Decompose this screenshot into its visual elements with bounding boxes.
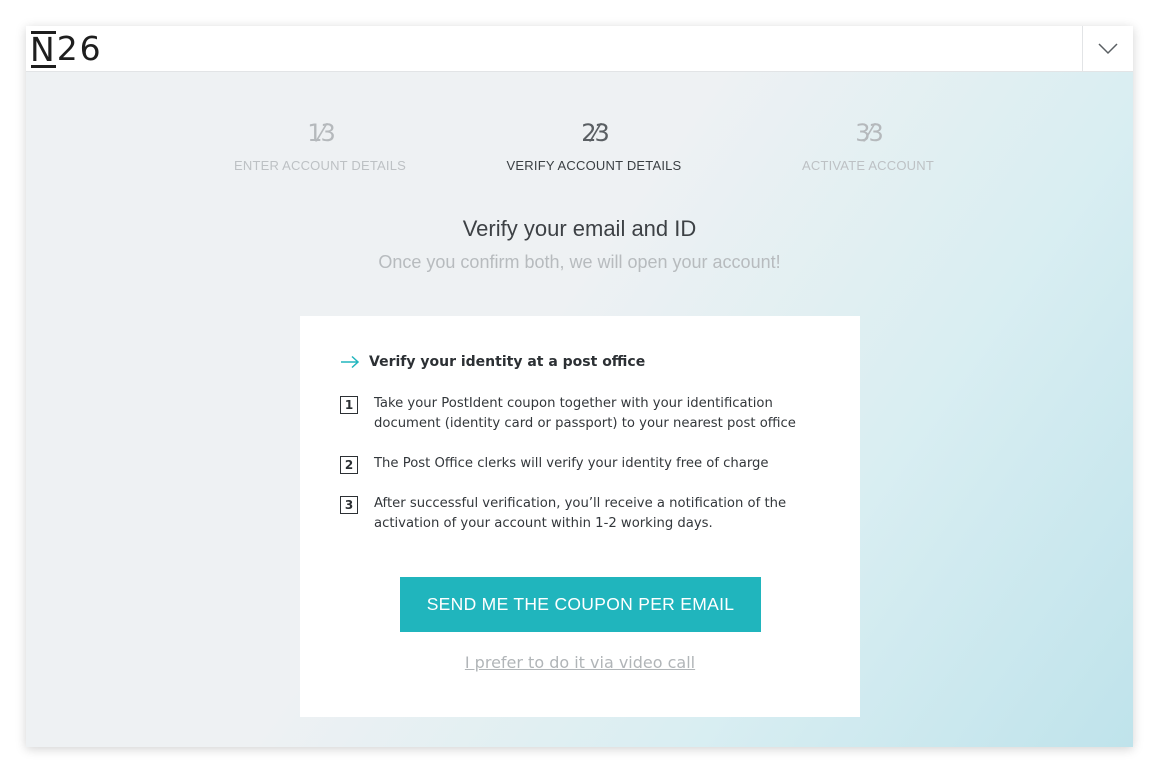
logo-letter: N xyxy=(30,29,57,69)
step-label: VERIFY ACCOUNT DETAILS xyxy=(506,158,682,173)
arrow-right-icon xyxy=(341,355,360,369)
step-label: ACTIVATE ACCOUNT xyxy=(801,158,934,173)
logo-number: 26 xyxy=(56,28,103,68)
app-window: N 26 1⁄3 ENTER ACCOUNT DETAILS 2⁄3 VERIF… xyxy=(26,26,1133,747)
page-subtitle: Once you confirm both, we will open your… xyxy=(378,252,781,272)
list-item: 1 Take your PostIdent coupon together wi… xyxy=(340,394,820,434)
menu-toggle-button[interactable] xyxy=(1082,26,1133,71)
top-bar: N 26 xyxy=(26,26,1133,72)
list-item: 3 After successful verification, you’ll … xyxy=(340,494,820,534)
post-office-verification-card: Verify your identity at a post office 1 … xyxy=(300,316,860,717)
instruction-list: 1 Take your PostIdent coupon together wi… xyxy=(340,394,820,554)
step-verify-account-details: 2⁄3 VERIFY ACCOUNT DETAILS xyxy=(464,116,724,173)
step-number-badge: 2 xyxy=(340,456,358,474)
step-number: 2⁄3 xyxy=(581,119,610,147)
list-item-text: The Post Office clerks will verify your … xyxy=(374,456,769,471)
list-item-text: Take your PostIdent coupon together with… xyxy=(374,396,796,431)
progress-steps: 1⁄3 ENTER ACCOUNT DETAILS 2⁄3 VERIFY ACC… xyxy=(26,116,1133,186)
list-item-text: After successful verification, you’ll re… xyxy=(374,496,787,531)
step-number-badge: 1 xyxy=(340,396,358,414)
n26-logo[interactable]: N 26 xyxy=(30,28,103,69)
step-label: ENTER ACCOUNT DETAILS xyxy=(233,158,407,173)
list-item: 2 The Post Office clerks will verify you… xyxy=(340,454,820,474)
send-coupon-button[interactable]: SEND ME THE COUPON PER EMAIL xyxy=(400,577,761,632)
step-number-badge: 3 xyxy=(340,496,358,514)
step-activate-account: 3⁄3 ACTIVATE ACCOUNT xyxy=(738,116,998,173)
page-title: Verify your email and ID xyxy=(462,216,697,241)
step-number: 1⁄3 xyxy=(307,119,336,147)
step-number: 3⁄3 xyxy=(855,119,884,147)
card-title-text: Verify your identity at a post office xyxy=(369,354,646,370)
step-enter-account-details: 1⁄3 ENTER ACCOUNT DETAILS xyxy=(190,116,450,173)
chevron-down-icon xyxy=(1098,42,1118,54)
card-title: Verify your identity at a post office xyxy=(340,354,645,370)
video-call-link[interactable]: I prefer to do it via video call xyxy=(300,653,860,672)
